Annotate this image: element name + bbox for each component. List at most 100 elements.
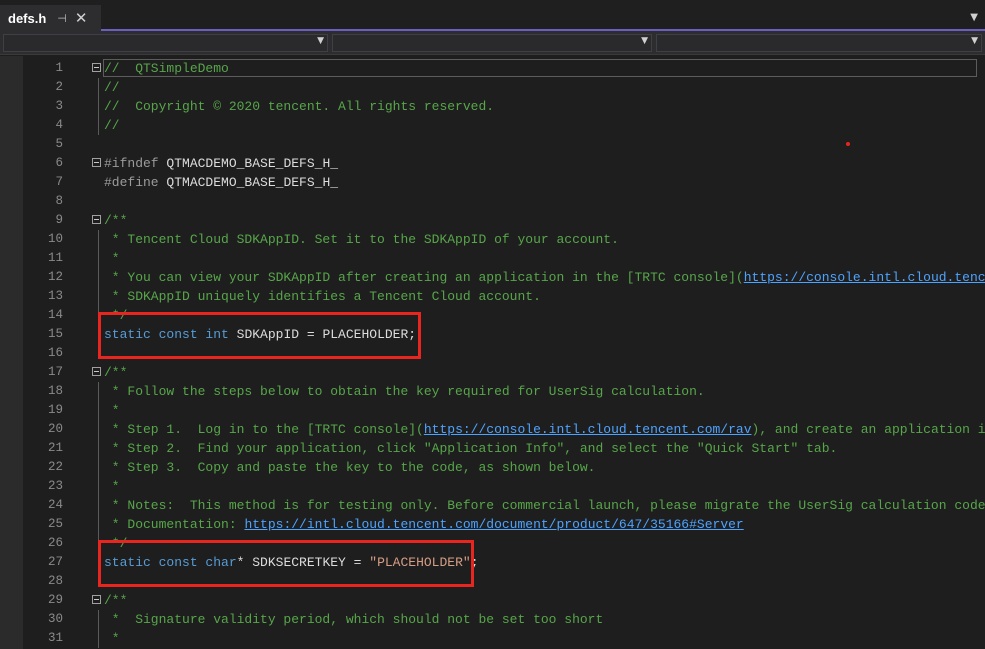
code-line[interactable]: 7 #define QTMACDEMO_BASE_DEFS_H_: [0, 173, 985, 192]
code-line[interactable]: 24 * Notes: This method is for testing o…: [0, 496, 985, 515]
code-line[interactable]: 18 * Follow the steps below to obtain th…: [0, 382, 985, 401]
code-token: // Copyright © 2020 tencent. All rights …: [104, 99, 495, 114]
chevron-down-icon: ▼: [317, 36, 324, 46]
code-line[interactable]: 1 // QTSimpleDemo: [0, 59, 985, 78]
code-line[interactable]: 25 * Documentation: https://intl.cloud.t…: [0, 515, 985, 534]
outline-guide: [98, 230, 99, 249]
code-line[interactable]: 8: [0, 192, 985, 211]
line-number: 11: [47, 251, 63, 265]
code-token: *: [104, 479, 120, 494]
collapse-icon[interactable]: [92, 367, 101, 376]
tab-strip: defs.h ⊣ ✕ ▼: [0, 0, 985, 31]
highlight-sdksecretkey: [98, 540, 474, 587]
code-line[interactable]: 31 *: [0, 629, 985, 648]
code-line[interactable]: 22 * Step 3. Copy and paste the key to t…: [0, 458, 985, 477]
code-text: //: [104, 116, 120, 135]
code-token: // QTSimpleDemo: [104, 61, 229, 76]
line-number: 20: [47, 422, 63, 436]
outline-guide: [98, 439, 99, 458]
outline-guide: [98, 420, 99, 439]
tab-title: defs.h: [8, 10, 47, 26]
member-scope-dropdown[interactable]: ▼: [656, 34, 982, 52]
code-line[interactable]: 23 *: [0, 477, 985, 496]
chevron-down-icon: ▼: [641, 36, 648, 46]
outline-guide: [98, 287, 99, 306]
code-line[interactable]: 3 // Copyright © 2020 tencent. All rights…: [0, 97, 985, 116]
code-editor[interactable]: 1 // QTSimpleDemo 2 // 3 // Copyright © 2020 …: [0, 56, 985, 649]
red-dot-marker: [846, 142, 850, 146]
line-number: 16: [47, 346, 63, 360]
code-token: * Tencent Cloud SDKAppID. Set it to the …: [104, 232, 619, 247]
code-token: * Documentation:: [104, 517, 245, 532]
code-text: * Step 3. Copy and paste the key to the …: [104, 458, 596, 477]
highlight-sdkappid: [98, 312, 421, 359]
line-number: 8: [55, 194, 63, 208]
tab-overflow-icon[interactable]: ▼: [970, 12, 978, 23]
code-text: * Step 1. Log in to the [TRTC console](h…: [104, 420, 985, 439]
outline-guide: [98, 515, 99, 534]
code-line[interactable]: 13 * SDKAppID uniquely identifies a Tenc…: [0, 287, 985, 306]
pin-icon[interactable]: ⊣: [57, 12, 67, 25]
code-line[interactable]: 5: [0, 135, 985, 154]
code-line[interactable]: 11 *: [0, 249, 985, 268]
line-number: 24: [47, 498, 63, 512]
code-text: * Follow the steps below to obtain the k…: [104, 382, 705, 401]
line-number: 27: [47, 555, 63, 569]
line-number: 29: [47, 593, 63, 607]
project-scope-dropdown[interactable]: ▼: [3, 34, 328, 52]
code-line[interactable]: 21 * Step 2. Find your application, clic…: [0, 439, 985, 458]
code-token: * Notes: This method is for testing only…: [104, 498, 985, 513]
code-line[interactable]: 9 /**: [0, 211, 985, 230]
code-text: /**: [104, 591, 127, 610]
collapse-icon[interactable]: [92, 63, 101, 72]
code-token: * Step 2. Find your application, click "…: [104, 441, 838, 456]
line-number: 31: [47, 631, 63, 645]
type-scope-dropdown[interactable]: ▼: [332, 34, 652, 52]
code-link[interactable]: https://console.intl.cloud.tencent.: [744, 270, 985, 285]
line-number: 4: [55, 118, 63, 132]
code-token: *: [104, 251, 120, 266]
code-token: QTMACDEMO_BASE_DEFS_H_: [166, 156, 339, 171]
code-line[interactable]: 6 #ifndef QTMACDEMO_BASE_DEFS_H_: [0, 154, 985, 173]
line-number: 17: [47, 365, 63, 379]
code-text: #define QTMACDEMO_BASE_DEFS_H_: [104, 173, 338, 192]
code-text: * You can view your SDKAppID after creat…: [104, 268, 985, 287]
code-line[interactable]: 19 *: [0, 401, 985, 420]
code-token: *: [104, 403, 120, 418]
code-text: * Tencent Cloud SDKAppID. Set it to the …: [104, 230, 619, 249]
collapse-icon[interactable]: [92, 595, 101, 604]
line-number: 5: [55, 137, 63, 151]
code-line[interactable]: 4 //: [0, 116, 985, 135]
code-token: #ifndef: [104, 156, 167, 171]
code-line[interactable]: 12 * You can view your SDKAppID after cr…: [0, 268, 985, 287]
code-line[interactable]: 10 * Tencent Cloud SDKAppID. Set it to t…: [0, 230, 985, 249]
collapse-icon[interactable]: [92, 158, 101, 167]
code-line[interactable]: 2 //: [0, 78, 985, 97]
line-number: 30: [47, 612, 63, 626]
code-token: /**: [104, 365, 128, 380]
collapse-icon[interactable]: [92, 215, 101, 224]
code-line[interactable]: 29 /**: [0, 591, 985, 610]
code-text: * SDKAppID uniquely identifies a Tencent…: [104, 287, 541, 306]
code-text: /**: [104, 211, 127, 230]
outline-guide: [98, 268, 99, 287]
code-text: //: [104, 78, 120, 97]
code-link[interactable]: https://console.intl.cloud.tencent.com/r…: [424, 422, 752, 437]
tab-defs-h[interactable]: defs.h ⊣ ✕: [0, 5, 101, 31]
line-number: 3: [55, 99, 63, 113]
code-link[interactable]: https://intl.cloud.tencent.com/document/…: [244, 517, 743, 532]
line-number: 12: [47, 270, 63, 284]
code-line[interactable]: 20 * Step 1. Log in to the [TRTC console…: [0, 420, 985, 439]
line-number: 14: [47, 308, 63, 322]
code-line[interactable]: 30 * Signature validity period, which sh…: [0, 610, 985, 629]
line-number: 23: [47, 479, 63, 493]
line-number: 18: [47, 384, 63, 398]
outline-guide: [98, 249, 99, 268]
code-text: * Step 2. Find your application, click "…: [104, 439, 838, 458]
outline-guide: [98, 458, 99, 477]
code-token: //: [104, 80, 120, 95]
close-icon[interactable]: ✕: [75, 9, 88, 27]
code-token: * Signature validity period, which shoul…: [104, 612, 604, 627]
code-line[interactable]: 17 /**: [0, 363, 985, 382]
outline-guide: [98, 78, 99, 97]
